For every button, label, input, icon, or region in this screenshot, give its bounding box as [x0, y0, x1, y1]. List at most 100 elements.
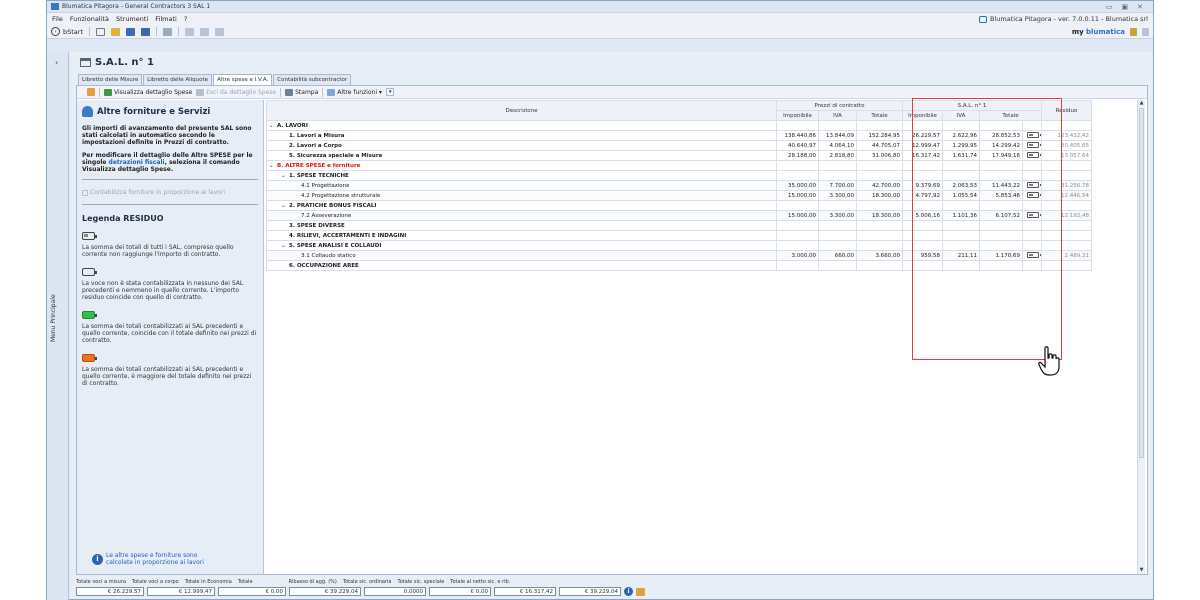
- menu-filmati[interactable]: Filmati: [155, 15, 177, 23]
- label-totale-corpo: Totale voci a corpo: [131, 579, 179, 585]
- battery-orange-icon: [82, 354, 97, 362]
- functions-icon: [327, 88, 336, 96]
- menu-strumenti[interactable]: Strumenti: [116, 15, 148, 23]
- version-info: Blumatica Pitagora - ver. 7.0.0.11 - Blu…: [979, 15, 1148, 23]
- forward-icon[interactable]: [215, 27, 225, 36]
- header-totale[interactable]: Totale: [856, 110, 903, 121]
- esci-dettaglio-button[interactable]: Esci da dettaglio Spese: [196, 88, 276, 96]
- battery-empty-icon: [82, 268, 97, 276]
- save-all-icon[interactable]: [141, 27, 151, 36]
- value-totale: € 39.229,04: [289, 587, 361, 596]
- cell-prezzi-imponibile: [776, 230, 819, 241]
- refresh-icon[interactable]: [87, 88, 95, 96]
- title-bar: Blumatica Pitagora - General Contractors…: [47, 1, 1153, 13]
- visualizza-dettaglio-button[interactable]: Visualizza dettaglio Spese: [104, 88, 193, 96]
- cell-prezzi-iva: [818, 260, 857, 271]
- tab-altre-spese-iva[interactable]: Altre spese e I.V.A.: [213, 74, 273, 85]
- toolbar-separator: [89, 27, 91, 36]
- divider: [82, 204, 258, 205]
- header-iva[interactable]: IVA: [818, 110, 857, 121]
- bstart-button[interactable]: › bStart: [51, 27, 83, 36]
- toolbar-separator: [99, 87, 100, 97]
- home-icon[interactable]: [200, 27, 210, 36]
- expand-caret-icon[interactable]: ⌄: [281, 243, 289, 249]
- cell-prezzi-totale: 3.660,00: [856, 250, 903, 261]
- checkbox-label: Contabilizza forniture in proporzione ai…: [90, 189, 226, 196]
- legend-text: La somma dei totali di tutti i SAL, comp…: [82, 244, 234, 258]
- header-imponibile[interactable]: Imponibile: [776, 110, 819, 121]
- row-description-text: B. ALTRE SPESE e forniture: [277, 162, 361, 169]
- tab-contabilita-subcontractor[interactable]: Contabilità subcontractor: [273, 74, 352, 85]
- proportion-checkbox[interactable]: Contabilizza forniture in proporzione ai…: [82, 189, 258, 196]
- cell-prezzi-totale: [856, 200, 903, 211]
- label-sic-speciale: Totale sic. speciale: [397, 579, 445, 585]
- footer-info-icon[interactable]: i: [624, 587, 633, 596]
- menu-funzionalita[interactable]: Funzionalità: [70, 15, 109, 23]
- cell-prezzi-totale: 152.284,95: [856, 130, 903, 141]
- totals-footer: Totale voci a misura Totale voci a corpo…: [76, 578, 1148, 597]
- menu-file[interactable]: File: [52, 15, 63, 23]
- label-ribasso: Ribasso di agg. (%): [288, 579, 337, 585]
- info-note: i Le altre spese e forniture sono calcol…: [92, 552, 216, 566]
- cell-prezzi-imponibile: 35.000,00: [776, 180, 819, 191]
- scroll-up-arrow-icon[interactable]: ▲: [1138, 100, 1145, 106]
- main-menu-strip[interactable]: › Menu Principale: [47, 52, 69, 600]
- value-sic-ordinaria: € 0,00: [429, 587, 491, 596]
- expand-caret-icon[interactable]: ⌄: [269, 123, 277, 129]
- label-totale: Totale: [237, 579, 253, 585]
- tab-libretto-misure[interactable]: Libretto delle Misure: [78, 74, 143, 85]
- open-folder-icon[interactable]: [111, 27, 121, 36]
- print-preview-icon[interactable]: [163, 27, 173, 36]
- brand-prefix: my: [1071, 27, 1084, 36]
- cell-prezzi-totale: [856, 160, 903, 171]
- grid-icon[interactable]: [1142, 27, 1149, 36]
- page-title-text: S.A.L. n° 1: [95, 57, 154, 68]
- minimize-button[interactable]: ▭: [1106, 3, 1113, 11]
- legend-item: La somma dei totali di tutti i SAL, comp…: [82, 232, 258, 258]
- row-description-text: 3.1 Collaudo statico: [301, 252, 356, 259]
- expand-caret-icon[interactable]: ⌄: [281, 203, 289, 209]
- label-totale-economia: Totale in Economia: [184, 579, 232, 585]
- back-icon[interactable]: [185, 27, 195, 36]
- close-button[interactable]: ✕: [1137, 3, 1143, 11]
- app-icon: [51, 3, 59, 10]
- row-description: ⌄ 5. SPESE ANALISI E COLLAUDI: [266, 240, 777, 251]
- dropdown-arrow-icon[interactable]: ▾: [385, 88, 395, 96]
- checkbox-box[interactable]: [82, 190, 88, 196]
- expand-caret-icon[interactable]: ⌄: [281, 173, 289, 179]
- altre-funzioni-button[interactable]: Altre funzioni ▾: [327, 88, 382, 96]
- my-blumatica-link[interactable]: my blumatica: [1072, 28, 1125, 36]
- detrazioni-fiscali-link[interactable]: detrazioni fiscali: [109, 159, 165, 166]
- footer-refresh-icon[interactable]: [636, 587, 645, 596]
- cell-prezzi-totale: 31.006,80: [856, 150, 903, 161]
- settings-icon[interactable]: [1130, 27, 1137, 36]
- row-description: 1. Lavori a Misura: [266, 130, 777, 141]
- value-ribasso: 0,0000: [364, 587, 426, 596]
- cell-prezzi-imponibile: 3.000,00: [776, 250, 819, 261]
- row-description-text: 6. OCCUPAZIONE AREE: [289, 262, 359, 269]
- cell-prezzi-totale: [856, 240, 903, 251]
- stampa-label: Stampa: [295, 88, 319, 96]
- brand-area: my blumatica: [1072, 27, 1149, 36]
- cell-prezzi-totale: 42.700,00: [856, 180, 903, 191]
- row-description: 4.2 Progettazione strutturale: [266, 190, 777, 201]
- vertical-scrollbar[interactable]: ▲ ▼: [1137, 100, 1145, 574]
- save-icon[interactable]: [126, 27, 136, 36]
- new-file-icon[interactable]: [96, 27, 106, 36]
- cell-prezzi-iva: 2.818,80: [818, 150, 857, 161]
- menu-help[interactable]: ?: [184, 15, 187, 23]
- toolbar-separator: [322, 87, 324, 97]
- scroll-down-arrow-icon[interactable]: ▼: [1138, 567, 1145, 573]
- cell-prezzi-imponibile: [776, 160, 819, 171]
- legend-text: La somma dei totali contabilizzati ai SA…: [82, 323, 257, 344]
- stampa-button[interactable]: Stampa: [285, 88, 319, 96]
- visualizza-dettaglio-label: Visualizza dettaglio Spese: [114, 88, 193, 96]
- expand-chevron-icon[interactable]: ›: [55, 58, 58, 67]
- scroll-thumb[interactable]: [1139, 108, 1144, 458]
- header-descrizione[interactable]: Descrizione: [266, 100, 777, 121]
- expand-caret-icon[interactable]: ⌄: [269, 163, 277, 169]
- header-prezzi-contratto: Prezzi di contratto: [776, 100, 903, 111]
- maximize-button[interactable]: ▣: [1122, 3, 1129, 11]
- info-paragraph: Gli importi di avanzamento del presente …: [82, 125, 258, 146]
- tab-libretto-aliquote[interactable]: Libretto delle Aliquote: [143, 74, 213, 85]
